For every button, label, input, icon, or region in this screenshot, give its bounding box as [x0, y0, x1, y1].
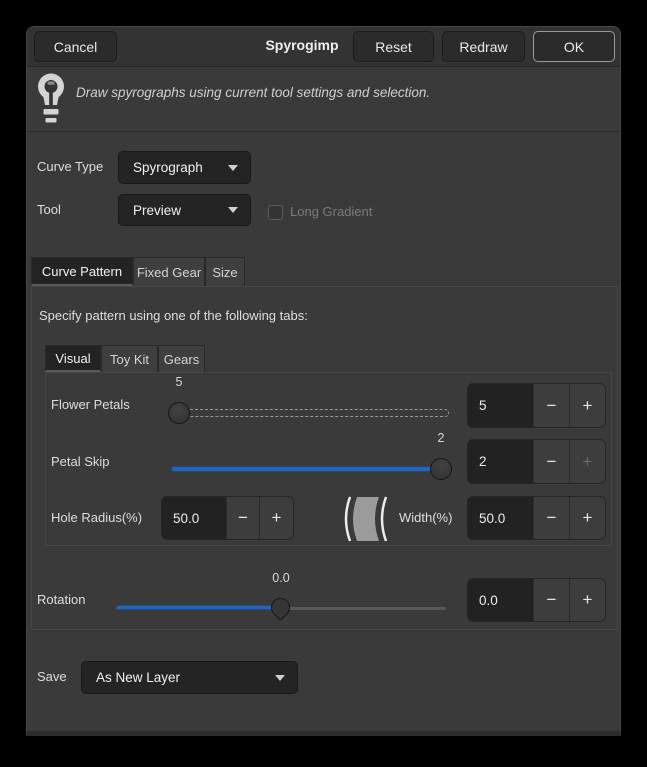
save-select[interactable]: As New Layer [81, 661, 298, 694]
window-title: Spyrogimp [257, 37, 347, 53]
curve-type-select[interactable]: Spyrograph [118, 151, 251, 184]
rotation-slider-value: 0.0 [261, 571, 301, 586]
width-entry[interactable]: 50.0 [468, 497, 533, 539]
tab-toy-kit[interactable]: Toy Kit [101, 345, 158, 372]
rotation-increment-button[interactable]: + [569, 579, 605, 621]
pattern-tabbar: Visual Toy Kit Gears [45, 345, 612, 372]
reset-button[interactable]: Reset [353, 31, 434, 62]
separator [27, 131, 620, 132]
lightbulb-icon [37, 73, 65, 126]
tab-fixed-gear[interactable]: Fixed Gear [133, 257, 205, 286]
save-value: As New Layer [96, 670, 180, 685]
rotation-label: Rotation [37, 590, 85, 610]
rotation-entry[interactable]: 0.0 [468, 579, 533, 621]
flower-petals-slider-track[interactable] [171, 409, 449, 417]
curve-type-value: Spyrograph [133, 160, 203, 175]
petal-skip-decrement-button[interactable]: − [533, 440, 569, 483]
width-decrement-button[interactable]: − [533, 497, 569, 539]
tool-value: Preview [133, 203, 181, 218]
flower-petals-spinbox: 5 − + [467, 383, 606, 428]
rotation-spinbox: 0.0 − + [467, 578, 606, 622]
width-label: Width(%) [399, 508, 452, 528]
petal-skip-increment-button: + [569, 440, 605, 483]
ring-width-icon [339, 495, 393, 543]
flower-petals-slider-value: 5 [159, 375, 199, 390]
chevron-down-icon [228, 207, 238, 213]
tab-curve-pattern[interactable]: Curve Pattern [31, 257, 133, 286]
hole-radius-label: Hole Radius(%) [51, 508, 142, 528]
petal-skip-slider-track[interactable] [171, 466, 449, 472]
long-gradient-label: Long Gradient [290, 202, 372, 222]
petal-skip-label: Petal Skip [51, 452, 110, 472]
width-spinbox: 50.0 − + [467, 496, 606, 540]
cancel-button[interactable]: Cancel [34, 31, 117, 62]
rotation-decrement-button[interactable]: − [533, 579, 569, 621]
long-gradient-checkbox [268, 205, 283, 220]
hole-radius-increment-button[interactable]: + [259, 497, 293, 539]
curve-type-label: Curve Type [37, 157, 103, 177]
header-bar: Cancel Spyrogimp Reset Redraw OK [27, 27, 620, 67]
rotation-slider-fill [116, 605, 281, 610]
hole-radius-entry[interactable]: 50.0 [162, 497, 226, 539]
tab-size[interactable]: Size [205, 257, 245, 286]
tool-select[interactable]: Preview [118, 194, 251, 226]
chevron-down-icon [275, 675, 285, 681]
save-label: Save [37, 667, 67, 687]
flower-petals-decrement-button[interactable]: − [533, 384, 569, 427]
flower-petals-slider-handle[interactable] [168, 402, 190, 424]
hole-radius-decrement-button[interactable]: − [226, 497, 259, 539]
ok-button[interactable]: OK [533, 31, 615, 62]
tab-gears[interactable]: Gears [158, 345, 205, 372]
petal-skip-slider-value: 2 [421, 431, 461, 446]
flower-petals-increment-button[interactable]: + [569, 384, 605, 427]
chevron-down-icon [228, 165, 238, 171]
spyrogimp-dialog: Cancel Spyrogimp Reset Redraw OK Draw sp… [26, 26, 621, 736]
hole-radius-spinbox: 50.0 − + [161, 496, 294, 540]
flower-petals-entry[interactable]: 5 [468, 384, 533, 427]
petal-skip-slider-handle[interactable] [430, 458, 452, 480]
dialog-description: Draw spyrographs using current tool sett… [76, 85, 430, 100]
petal-skip-entry[interactable]: 2 [468, 440, 533, 483]
tool-label: Tool [37, 200, 61, 220]
pattern-instruction: Specify pattern using one of the followi… [39, 306, 308, 326]
tab-visual[interactable]: Visual [45, 345, 101, 372]
petal-skip-spinbox: 2 − + [467, 439, 606, 484]
curve-pattern-tabbar: Curve Pattern Fixed Gear Size [31, 257, 618, 286]
width-increment-button[interactable]: + [569, 497, 605, 539]
flower-petals-label: Flower Petals [51, 395, 130, 415]
redraw-button[interactable]: Redraw [442, 31, 525, 62]
